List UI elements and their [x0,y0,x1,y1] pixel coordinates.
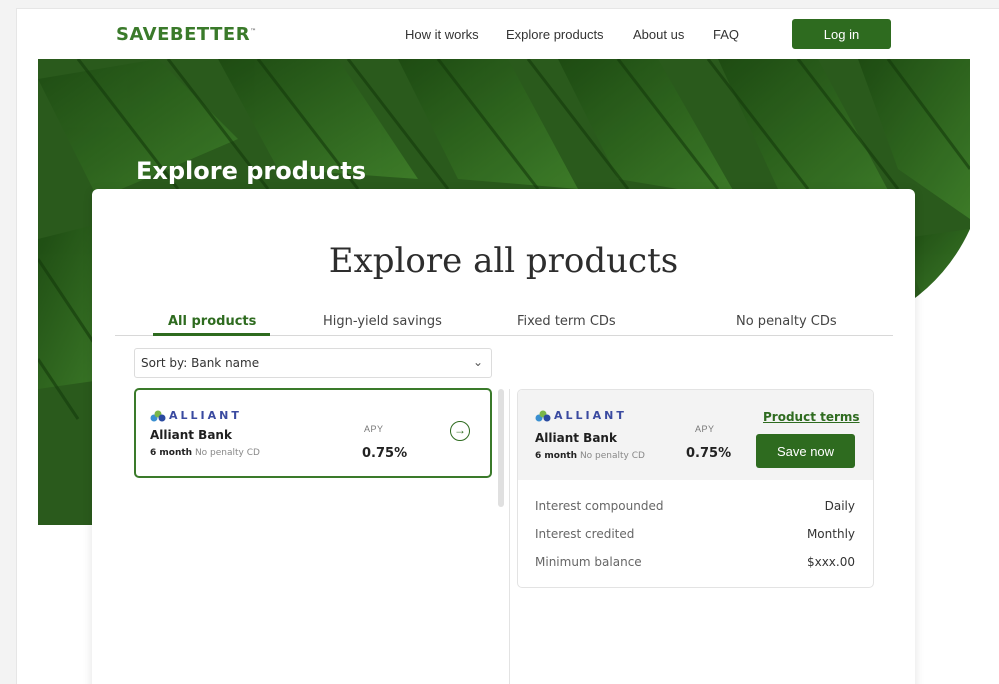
brand-text: ALLIANT [169,409,242,422]
top-navbar: SAVEBETTER™ How it works Explore product… [17,9,999,59]
alliant-logo: ALLIANT [535,409,627,422]
panel-divider [509,389,510,684]
apy-value: 0.75% [686,446,732,461]
detail-row-compounded: Interest compounded Daily [535,499,855,513]
row-value: Monthly [806,527,855,541]
tab-no-penalty-cds[interactable]: No penalty CDs [736,314,837,329]
sort-label: Sort by: Bank name [141,356,260,370]
row-value: Daily [824,499,855,513]
savebetter-logo[interactable]: SAVEBETTER™ [116,24,257,45]
apy-label: APY [695,424,715,434]
product-term: 6 month No penalty CD [535,451,645,461]
row-label: Interest credited [535,527,635,541]
row-label: Minimum balance [535,555,642,569]
active-tab-indicator [153,333,270,336]
products-panel: Explore all products All products Hign-y… [92,189,915,684]
section-title: Explore all products [328,241,679,281]
tab-all-products[interactable]: All products [168,314,256,329]
save-now-button[interactable]: Save now [756,434,855,468]
detail-row-credited: Interest credited Monthly [535,527,855,541]
logo-tm: ™ [250,28,257,35]
login-button[interactable]: Log in [792,19,891,49]
alliant-logo-icon [150,410,166,422]
alliant-logo-icon [535,410,551,422]
logo-better-text: BETTER [169,24,251,45]
term-type: No penalty CD [194,448,260,458]
sort-select[interactable]: Sort by: Bank name ⌄ [134,348,492,378]
list-scrollbar[interactable] [498,389,504,507]
term-length: 6 month [535,451,578,461]
term-type: No penalty CD [579,451,645,461]
alliant-logo: ALLIANT [150,409,242,422]
detail-header: ALLIANT Alliant Bank 6 month No penalty … [518,390,873,480]
nav-how-it-works[interactable]: How it works [405,27,479,42]
apy-label: APY [364,424,384,434]
product-term: 6 month No penalty CD [150,448,260,458]
nav-faq[interactable]: FAQ [713,27,739,42]
page-frame: SAVEBETTER™ How it works Explore product… [16,8,999,684]
product-tabs: All products Hign-yield savings Fixed te… [115,307,893,336]
product-list-item[interactable]: ALLIANT Alliant Bank 6 month No penalty … [134,388,492,478]
apy-value: 0.75% [362,446,408,461]
product-terms-link[interactable]: Product terms [763,410,860,424]
nav-explore-products[interactable]: Explore products [506,27,604,42]
brand-text: ALLIANT [554,409,627,422]
row-value: $xxx.00 [806,555,855,569]
product-detail-card: ALLIANT Alliant Bank 6 month No penalty … [517,389,874,588]
chevron-down-icon: ⌄ [472,355,483,369]
row-label: Interest compounded [535,499,664,513]
bank-name: Alliant Bank [535,431,617,445]
detail-row-min-balance: Minimum balance $xxx.00 [535,555,855,569]
bank-name: Alliant Bank [150,428,232,442]
term-length: 6 month [150,448,193,458]
tab-fixed-term-cds[interactable]: Fixed term CDs [517,314,616,329]
logo-save-text: SAVE [116,24,170,45]
nav-about-us[interactable]: About us [633,27,684,42]
arrow-right-circle-icon[interactable]: → [450,421,470,441]
hero-title: Explore products [136,157,366,185]
tab-high-yield-savings[interactable]: Hign-yield savings [323,314,442,329]
